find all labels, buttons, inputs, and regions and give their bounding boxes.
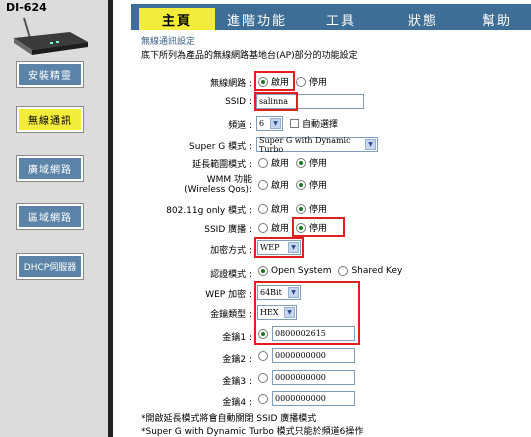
nav-dhcp-server[interactable]: DHCP伺服器 [17,254,83,279]
extended-range-on-radio[interactable] [258,157,268,168]
auth-label: 認證模式 : [210,270,252,280]
section-title: 無線通訊設定 [141,37,196,47]
superg-select[interactable]: Super G with Dynamic Turbo ▼ [256,135,378,154]
tab-status[interactable]: 狀態 [383,8,463,30]
ssid-label: SSID : [225,97,252,107]
auth-shared-radio[interactable] [338,266,349,276]
wireless-off-radio[interactable] [296,76,307,87]
chevron-down-icon: ▼ [270,118,281,129]
highlight-box [254,237,304,258]
auth-open-label: Open System [271,266,332,276]
wmm-label-line1: WMM 功能 [206,175,252,185]
tab-home[interactable]: 主頁 [139,8,215,30]
wep-bits-label: WEP 加密 : [205,290,252,300]
extended-range-on-label: 啟用 [271,159,290,169]
g-only-off-label: 停用 [309,205,328,215]
wireless-label: 無線網路 : [210,79,252,89]
nav-setup-wizard[interactable]: 安裝精靈 [17,62,83,87]
extended-range-off-label: 停用 [309,159,328,169]
key3-input[interactable]: 0000000000 [272,370,355,385]
channel-value: 6 [259,119,265,128]
ssid-broadcast-on-label: 啟用 [271,224,290,234]
key2-label: 金鑰2 : [222,355,252,365]
auth-open-radio[interactable] [258,266,268,276]
note-extended-range: *開啟延長模式將會自動關閉 SSID 廣播模式 [141,414,317,424]
highlight-box [292,217,345,237]
g-only-off-radio[interactable] [296,203,307,214]
key4-radio[interactable] [258,394,268,404]
note-superg: *Super G with Dynamic Turbo 模式只能於頻道6操作 [141,427,364,437]
superg-value: Super G with Dynamic Turbo [259,135,351,154]
tab-help[interactable]: 幫助 [463,8,531,30]
g-only-label: 802.11g only 模式 : [166,206,252,216]
highlight-box [254,71,295,91]
channel-label: 頻道 : [228,121,252,131]
wmm-off-radio[interactable] [296,179,307,190]
router-device-icon [14,17,88,55]
highlight-box [254,92,298,111]
section-description: 底下所列為產品的無線網路基地台(AP)部分的功能設定 [141,51,358,61]
wireless-off-label: 停用 [309,78,328,88]
g-only-on-radio[interactable] [258,203,268,214]
auto-channel-label: 自動選擇 [302,120,339,130]
encryption-label: 加密方式 : [210,246,252,256]
key4-label: 金鑰4 : [222,398,252,408]
key4-input[interactable]: 0000000000 [272,391,355,406]
wmm-label-line2: (Wireless Qos): [184,185,252,195]
nav-wan[interactable]: 廣域網路 [17,156,83,181]
nav-wireless[interactable]: 無線通訊 [17,107,83,132]
extended-range-label: 延長範圍模式 : [192,160,252,170]
wmm-on-label: 啟用 [271,181,290,191]
key1-label: 金鑰1 : [222,333,252,343]
top-tab-bar: 主頁 進階功能 工具 狀態 幫助 [131,4,531,30]
nav-lan[interactable]: 區域網路 [17,204,83,229]
extended-range-off-radio[interactable] [296,157,307,168]
key2-radio[interactable] [258,351,268,361]
channel-select[interactable]: 6 ▼ [256,116,283,131]
g-only-on-label: 啟用 [271,205,290,215]
key2-input[interactable]: 0000000000 [272,348,355,363]
superg-label: Super G 模式 : [189,142,252,152]
tab-advanced[interactable]: 進階功能 [215,8,299,30]
ssid-broadcast-on-radio[interactable] [258,222,268,233]
tab-tools[interactable]: 工具 [299,8,383,30]
sidebar: DI-624 安裝精靈 無線通訊 廣域網路 區域網路 DHCP伺服器 [0,0,108,437]
chevron-down-icon: ▼ [365,139,376,150]
key-type-label: 金鑰類型 : [210,310,252,320]
highlight-box [254,281,360,345]
wmm-off-label: 停用 [309,181,328,191]
key3-label: 金鑰3 : [222,377,252,387]
wmm-on-radio[interactable] [258,179,268,190]
model-name: DI-624 [6,1,47,14]
auth-shared-label: Shared Key [351,266,403,276]
key3-radio[interactable] [258,373,268,383]
ssid-broadcast-label: SSID 廣播 : [204,225,252,235]
auto-channel-checkbox[interactable] [290,119,299,128]
